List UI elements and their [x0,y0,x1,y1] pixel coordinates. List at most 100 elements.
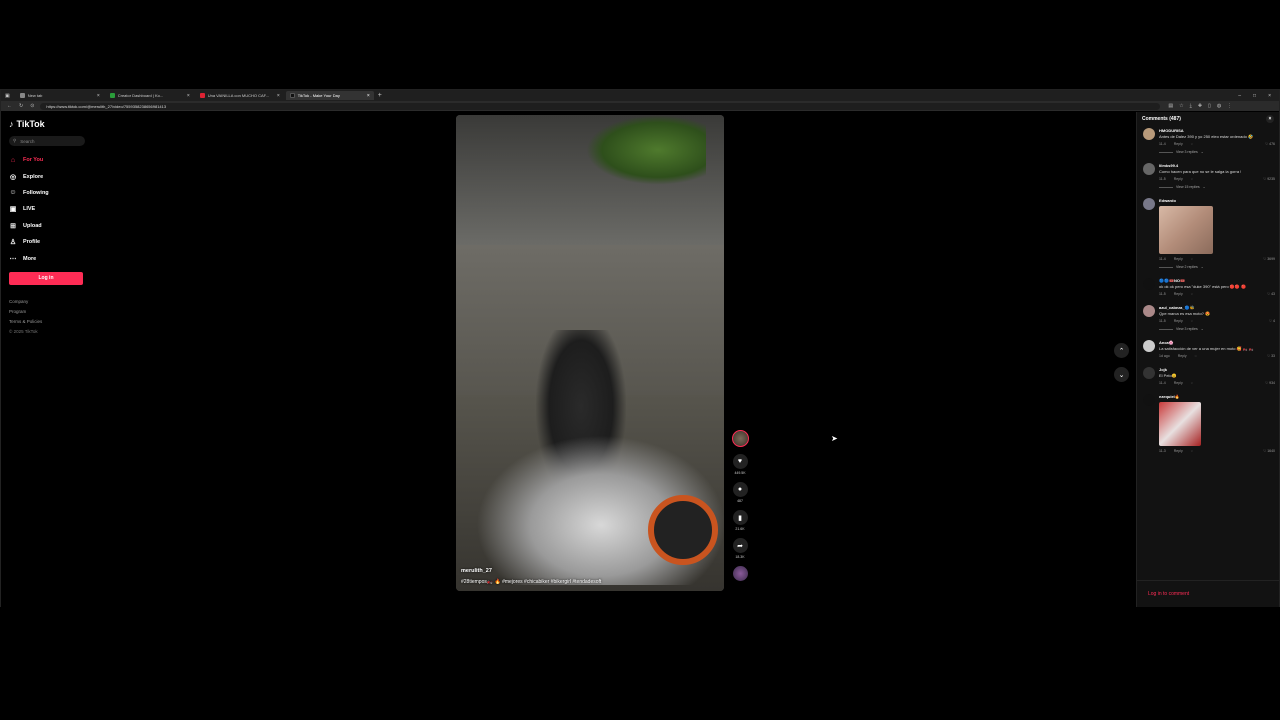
commenter-avatar[interactable] [1143,128,1155,140]
back-icon[interactable]: ← [7,103,12,109]
reply-button[interactable]: Reply [1174,381,1183,385]
view-replies-button[interactable]: View 3 replies ⌄ [1159,150,1275,154]
chevron-down-icon: ⌄ [1118,371,1125,379]
close-tab-icon[interactable]: × [277,93,280,99]
dislike-icon[interactable]: ◌ [1191,257,1193,261]
commenter-name[interactable]: 🔵🔵🎟️NO🎟️ [1159,278,1275,283]
commenter-avatar[interactable] [1143,394,1155,406]
reload-icon[interactable]: ↻ [19,103,23,109]
nav-for-you[interactable]: ⌂ For You [9,152,87,168]
next-video-button[interactable]: ⌄ [1114,367,1129,382]
close-tab-icon[interactable]: × [367,93,370,99]
heart-outline-icon: ♡ [1268,319,1273,323]
minimize-icon[interactable]: – [1238,93,1241,99]
tab-creator-dashboard[interactable]: Creator Dashboard | Ko... × [106,91,194,100]
bookmark-star-icon[interactable]: ☆ [1179,103,1183,109]
video-username[interactable]: merulith_27 [461,568,601,574]
comment-body: ezequiel🔥 11-3 Reply ◌ ♡ 1640 [1159,394,1275,453]
close-tab-icon[interactable]: × [97,93,100,99]
creator-avatar[interactable] [731,430,749,447]
nav-live[interactable]: ▣ LIVE [9,201,87,217]
comment-like[interactable]: ♡ 934 [1265,381,1275,385]
nav-more[interactable]: ⋯ More [9,250,87,266]
commenter-name[interactable]: HMODURISA [1159,128,1275,133]
dislike-icon[interactable]: ◌ [1191,142,1193,146]
login-button[interactable]: Log in [9,271,83,285]
sidebar-footer: Company Program Terms & Policies © 2025 … [9,297,87,337]
extension-icon[interactable]: ▤ [1168,103,1173,109]
commenter-avatar[interactable] [1143,198,1155,210]
maximize-icon[interactable]: □ [1253,93,1256,99]
download-icon[interactable]: ⤓ [1190,103,1192,109]
commenter-name[interactable]: Edwardo [1159,198,1275,203]
music-disc-icon[interactable] [732,566,748,581]
extensions-puzzle-icon[interactable]: ✚ [1198,103,1202,109]
commenter-avatar[interactable] [1143,163,1155,175]
close-window-icon[interactable]: × [1268,93,1271,99]
comment-like[interactable]: ♡ 476 [1265,142,1275,146]
dislike-icon[interactable]: ◌ [1191,449,1193,453]
reply-button[interactable]: Reply [1174,177,1183,181]
tab-new[interactable]: New tab × [16,91,104,100]
new-tab-icon[interactable]: + [378,92,382,99]
commenter-name[interactable]: Anca🌸 [1159,340,1275,345]
close-comments-button[interactable]: × [1266,115,1274,123]
like-action[interactable]: ♥ 449.5K [732,454,748,475]
comment-action[interactable]: ● 487 [732,482,748,503]
view-replies-button[interactable]: View 2 replies ⌄ [1159,265,1275,269]
tab-list-icon[interactable]: ▣ [1,93,14,99]
comments-panel: Comments (487) × HMODURISA Antes de Dalez… [1136,112,1280,607]
dislike-icon[interactable]: ◌ [1191,292,1193,296]
reply-button[interactable]: Reply [1174,142,1183,146]
commenter-name[interactable]: Jojk [1159,367,1275,372]
commenter-avatar[interactable] [1143,305,1155,317]
save-action[interactable]: ▮ 21.6K [732,510,748,531]
reply-button[interactable]: Reply [1174,449,1183,453]
reply-button[interactable]: Reply [1174,257,1183,261]
comment-like[interactable]: ♡ 3699 [1263,257,1275,261]
nav-explore[interactable]: ◎ Explore [9,168,87,184]
comment-like[interactable]: ♡ 9235 [1263,177,1275,181]
commenter-avatar[interactable] [1143,367,1155,379]
commenter-avatar[interactable] [1143,278,1155,290]
profile-avatar-icon[interactable]: ◍ [1217,103,1221,109]
dislike-icon[interactable]: ◌ [1195,354,1197,358]
commenter-name[interactable]: ezequiel🔥 [1159,394,1275,399]
sidebar-icon[interactable]: ▯ [1208,103,1211,109]
dislike-icon[interactable]: ◌ [1191,177,1193,181]
comment-like[interactable]: ♡ 4 [1269,319,1275,323]
tab-youtube-video[interactable]: Una VAINILLA con MUCHO CAF... × [196,91,284,100]
login-to-comment[interactable]: Log in to comment [1137,580,1280,607]
reply-button[interactable]: Reply [1174,319,1183,323]
view-replies-button[interactable]: View 15 replies ⌄ [1159,185,1275,189]
share-action[interactable]: ➦ 18.3K [732,538,748,559]
commenter-name[interactable]: lilmks99.4 [1159,163,1275,168]
previous-video-button[interactable]: ⌃ [1114,343,1129,358]
menu-icon[interactable]: ⋮ [1227,103,1232,109]
nav-profile[interactable]: ♙ Profile [9,234,87,250]
comment-like[interactable]: ♡ 1640 [1263,449,1275,453]
url-field[interactable]: https://www.tiktok.com/@merulith_27/vide… [40,102,1161,110]
comment-like[interactable]: ♡ 33 [1267,354,1275,358]
dislike-icon[interactable]: ◌ [1191,381,1193,385]
reply-button[interactable]: Reply [1178,354,1187,358]
close-tab-icon[interactable]: × [187,93,190,99]
dislike-icon[interactable]: ◌ [1191,319,1193,323]
nav-following[interactable]: ☺ Following [9,185,87,201]
comment-sticker-image [1159,402,1201,446]
reply-button[interactable]: Reply [1174,292,1183,296]
comment-list[interactable]: HMODURISA Antes de Dalez 390 y yo 250 ele… [1137,128,1280,578]
commenter-name[interactable]: azul_cabeza_🔵🐝 [1159,305,1275,310]
site-info-icon[interactable]: ⊙ [30,103,34,109]
comment-like[interactable]: ♡ 43 [1267,292,1275,296]
view-replies-button[interactable]: View 3 replies ⌄ [1159,327,1275,331]
nav-upload[interactable]: ⊞ Upload [9,218,87,234]
footer-link-terms[interactable]: Terms & Policies [9,317,87,327]
footer-link-program[interactable]: Program [9,307,87,317]
footer-link-company[interactable]: Company [9,297,87,307]
tiktok-logo[interactable]: ♪ TikTok [9,118,87,130]
video-player[interactable]: merulith_27 #28tiempos🏍️ 🔥 #mejores #chi… [456,115,724,591]
commenter-avatar[interactable] [1143,340,1155,352]
tab-tiktok[interactable]: TikTok - Make Your Day × [285,91,374,100]
search-input[interactable]: ⚲ Search [9,136,85,146]
